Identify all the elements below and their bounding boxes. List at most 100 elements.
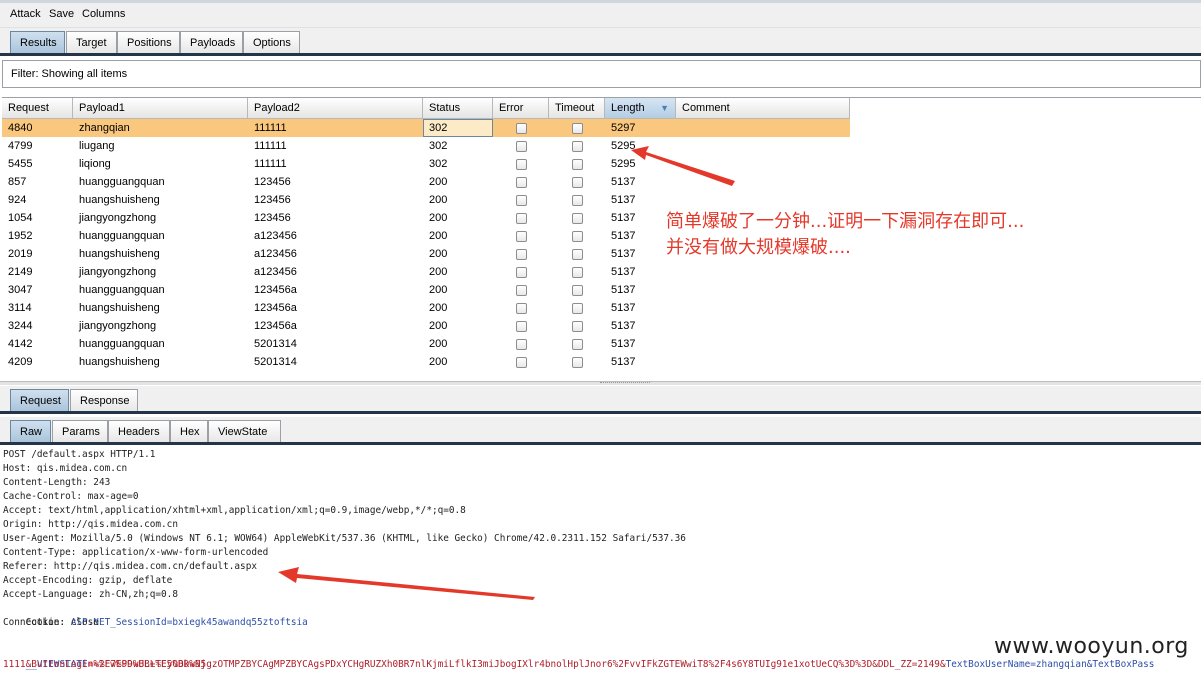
- split-divider[interactable]: [0, 381, 1201, 385]
- error-checkbox[interactable]: [516, 285, 527, 296]
- cell-payload1: huangguangquan: [79, 338, 165, 350]
- cell-payload2: 111111: [254, 158, 287, 170]
- error-checkbox[interactable]: [516, 141, 527, 152]
- raw-line: Accept-Language: zh-CN,zh;q=0.8: [3, 589, 178, 600]
- error-checkbox[interactable]: [516, 159, 527, 170]
- cell-payload1: huangshuisheng: [79, 194, 160, 206]
- tab-results[interactable]: Results: [10, 31, 65, 54]
- cell-request: 857: [8, 176, 27, 188]
- error-checkbox[interactable]: [516, 195, 527, 206]
- cell-length: 5137: [611, 356, 636, 368]
- tab-headers[interactable]: Headers: [108, 420, 170, 443]
- error-checkbox[interactable]: [516, 249, 527, 260]
- cell-status: 200: [429, 320, 448, 332]
- cell-payload1: liqiong: [79, 158, 111, 170]
- cell-payload2: 123456a: [254, 284, 297, 296]
- tab-target[interactable]: Target: [66, 31, 117, 54]
- raw-line: Origin: http://qis.midea.com.cn: [3, 519, 178, 530]
- table-row[interactable]: 3114 huangshuisheng 123456a 200 5137: [2, 299, 850, 317]
- cell-status: 200: [429, 338, 448, 350]
- tab-request[interactable]: Request: [10, 389, 69, 412]
- menu-attack[interactable]: Attack: [10, 8, 41, 20]
- raw-line: Accept-Encoding: gzip, deflate: [3, 575, 173, 586]
- column-header-length[interactable]: Length ▼: [605, 98, 676, 119]
- column-header-timeout[interactable]: Timeout: [549, 98, 605, 119]
- table-row[interactable]: 3047 huangguangquan 123456a 200 5137: [2, 281, 850, 299]
- column-header-length-label: Length: [611, 102, 645, 114]
- cell-payload1: jiangyongzhong: [79, 266, 157, 278]
- menu-columns[interactable]: Columns: [82, 8, 125, 20]
- column-header-status[interactable]: Status: [423, 98, 493, 119]
- timeout-checkbox[interactable]: [572, 285, 583, 296]
- table-row[interactable]: 2149 jiangyongzhong a123456 200 5137: [2, 263, 850, 281]
- tab-response[interactable]: Response: [70, 389, 138, 412]
- column-header-payload2[interactable]: Payload2: [248, 98, 423, 119]
- cell-payload1: huangguangquan: [79, 176, 165, 188]
- column-header-request[interactable]: Request: [2, 98, 73, 119]
- timeout-checkbox[interactable]: [572, 357, 583, 368]
- cell-payload1: huangshuisheng: [79, 356, 160, 368]
- cell-payload2: 123456: [254, 194, 291, 206]
- timeout-checkbox[interactable]: [572, 195, 583, 206]
- tab-params[interactable]: Params: [52, 420, 108, 443]
- filter-bar[interactable]: Filter: Showing all items: [2, 60, 1201, 88]
- table-row[interactable]: 924 huangshuisheng 123456 200 5137: [2, 191, 850, 209]
- timeout-checkbox[interactable]: [572, 231, 583, 242]
- error-checkbox[interactable]: [516, 231, 527, 242]
- error-checkbox[interactable]: [516, 267, 527, 278]
- cell-payload2: 123456: [254, 212, 291, 224]
- timeout-checkbox[interactable]: [572, 123, 583, 134]
- tab-viewstate[interactable]: ViewState: [208, 420, 281, 443]
- cookie-value: =bxiegk45awandq55ztoftsia: [166, 617, 308, 628]
- cell-status: 302: [423, 119, 493, 137]
- table-row[interactable]: 857 huangguangquan 123456 200 5137: [2, 173, 850, 191]
- cell-request: 4840: [8, 122, 33, 134]
- raw-line: Cache-Control: max-age=0: [3, 491, 139, 502]
- error-checkbox[interactable]: [516, 321, 527, 332]
- annotation-text: 简单爆破了一分钟...证明一下漏洞存在即可... 并没有做大规模爆破....: [666, 209, 1024, 261]
- timeout-checkbox[interactable]: [572, 321, 583, 332]
- column-header-comment[interactable]: Comment: [676, 98, 850, 119]
- menu-save[interactable]: Save: [49, 8, 74, 20]
- cell-request: 3244: [8, 320, 33, 332]
- error-checkbox[interactable]: [516, 303, 527, 314]
- timeout-checkbox[interactable]: [572, 339, 583, 350]
- table-row[interactable]: 4799 liugang 111111 302 5295: [2, 137, 850, 155]
- cell-payload1: huangshuisheng: [79, 248, 160, 260]
- table-row[interactable]: 3244 jiangyongzhong 123456a 200 5137: [2, 317, 850, 335]
- raw-line: Host: qis.midea.com.cn: [3, 463, 128, 474]
- table-row[interactable]: 4142 huangguangquan 5201314 200 5137: [2, 335, 850, 353]
- split-grip[interactable]: [600, 382, 650, 384]
- tab-payloads[interactable]: Payloads: [180, 31, 243, 54]
- raw-line: Accept: text/html,application/xhtml+xml,…: [3, 505, 466, 516]
- tab-options[interactable]: Options: [243, 31, 300, 54]
- table-row[interactable]: 5455 liqiong 111111 302 5295: [2, 155, 850, 173]
- column-header-error[interactable]: Error: [493, 98, 549, 119]
- error-checkbox[interactable]: [516, 339, 527, 350]
- raw-line: User-Agent: Mozilla/5.0 (Windows NT 6.1;…: [3, 533, 686, 544]
- error-checkbox[interactable]: [516, 123, 527, 134]
- timeout-checkbox[interactable]: [572, 213, 583, 224]
- cell-length: 5137: [611, 266, 636, 278]
- timeout-checkbox[interactable]: [572, 141, 583, 152]
- error-checkbox[interactable]: [516, 177, 527, 188]
- timeout-checkbox[interactable]: [572, 177, 583, 188]
- cell-request: 5455: [8, 158, 33, 170]
- error-checkbox[interactable]: [516, 213, 527, 224]
- tab-raw[interactable]: Raw: [10, 420, 51, 443]
- table-row[interactable]: 4209 huangshuisheng 5201314 200 5137: [2, 353, 850, 371]
- cell-status: 302: [429, 140, 448, 152]
- timeout-checkbox[interactable]: [572, 267, 583, 278]
- cell-payload2: 111111: [254, 122, 287, 134]
- tab-hex[interactable]: Hex: [170, 420, 208, 443]
- column-header-payload1[interactable]: Payload1: [73, 98, 248, 119]
- cell-request: 3114: [8, 302, 32, 314]
- timeout-checkbox[interactable]: [572, 159, 583, 170]
- timeout-checkbox[interactable]: [572, 249, 583, 260]
- timeout-checkbox[interactable]: [572, 303, 583, 314]
- error-checkbox[interactable]: [516, 357, 527, 368]
- table-row[interactable]: 4840 zhangqian 111111 302 5297: [2, 119, 850, 137]
- tab-positions[interactable]: Positions: [117, 31, 180, 54]
- menu-bar: Attack Save Columns: [0, 0, 1201, 28]
- cell-length: 5295: [611, 158, 636, 170]
